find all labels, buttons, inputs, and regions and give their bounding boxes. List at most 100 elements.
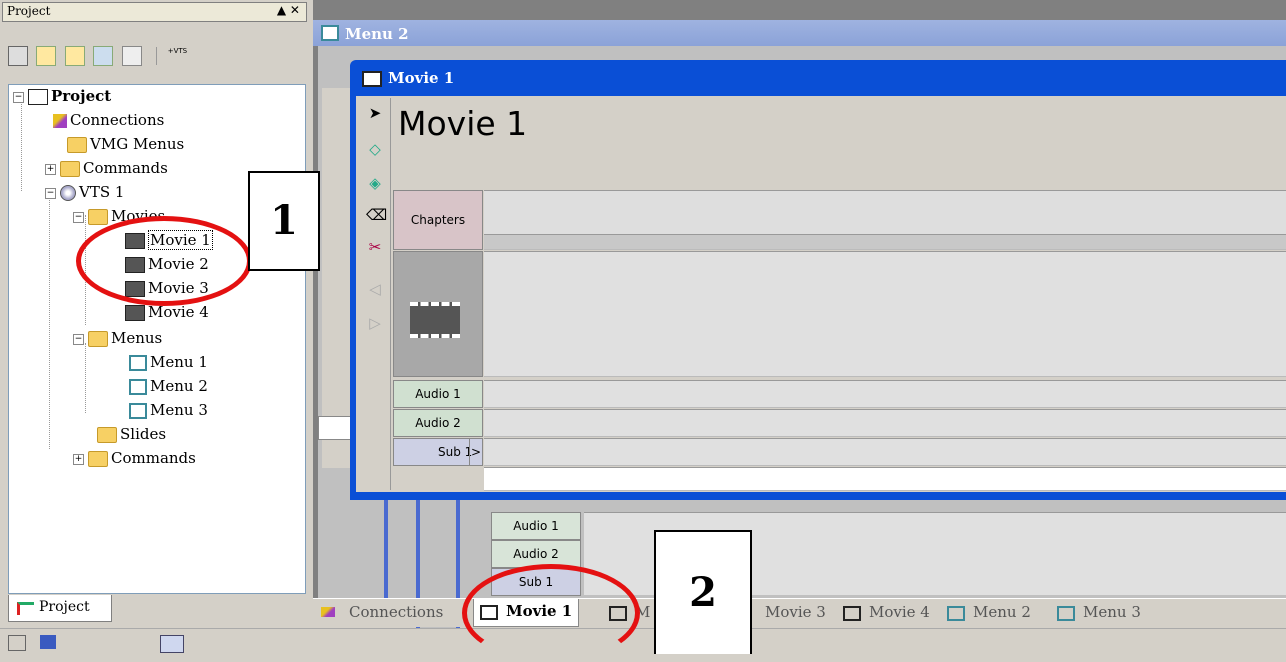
add-vts-icon[interactable]: +VTS <box>168 47 187 65</box>
tab-movie-4-label: Movie 4 <box>869 603 930 621</box>
menu2-tool-strip <box>322 88 353 468</box>
menu-icon <box>129 403 147 419</box>
tab-connections-label: Connections <box>349 603 444 621</box>
expand-icon[interactable]: + <box>45 163 56 175</box>
sub1-label-text: Sub 1 <box>438 445 473 459</box>
folder-icon <box>60 161 80 177</box>
tree-node-menu-1[interactable]: Menu 1 <box>129 353 208 375</box>
annotation-ring-1 <box>76 216 252 306</box>
tree-label-connections: Connections <box>70 111 165 129</box>
tree-node-menus[interactable]: − Menus <box>73 329 162 351</box>
new-image-icon[interactable] <box>93 46 114 66</box>
audio2-track-label[interactable]: Audio 2 <box>393 409 483 437</box>
add-chapter-icon[interactable]: ◇ <box>366 140 384 158</box>
tree-label-menu-2: Menu 2 <box>150 377 208 395</box>
tab-movie-3[interactable]: Movie 3 <box>765 603 826 621</box>
project-panel-title: Project <box>7 4 51 18</box>
tab-menu-2[interactable]: Menu 2 <box>947 603 1031 621</box>
menu-icon <box>129 379 147 395</box>
film-strip-icon <box>410 302 460 338</box>
tree-label-menus: Menus <box>111 329 163 347</box>
tree-node-menu-2[interactable]: Menu 2 <box>129 377 208 399</box>
callout-2: 2 <box>654 530 752 654</box>
tree-node-vts1[interactable]: − VTS 1 <box>45 183 124 205</box>
new-movie-icon[interactable] <box>8 46 28 66</box>
folder-icon <box>97 427 117 443</box>
toolbar-separator <box>156 47 158 65</box>
tree-label-vts1: VTS 1 <box>79 183 125 201</box>
sub1-track[interactable] <box>484 438 1286 466</box>
tree-node-menu-3[interactable]: Menu 3 <box>129 401 208 423</box>
collapse-icon[interactable]: − <box>73 333 84 345</box>
toolbar-button-icon[interactable] <box>8 635 26 651</box>
connections-icon <box>321 607 335 617</box>
chapter-nav-icon[interactable]: ◈ <box>366 174 384 192</box>
project-icon <box>28 89 48 105</box>
menu-icon <box>1057 605 1075 621</box>
tree-node-movie-4[interactable]: Movie 4 <box>125 303 209 325</box>
panel-title-buttons[interactable]: ▲ ✕ <box>277 3 300 17</box>
collapse-icon[interactable]: − <box>13 91 24 103</box>
tree-label-project: Project <box>51 87 112 105</box>
movie-window-icon <box>362 71 382 87</box>
project-tree: − Project Connections VMG Menus + Commands… <box>8 84 306 594</box>
collapse-icon[interactable]: − <box>45 187 56 199</box>
video-track-label[interactable] <box>393 251 483 377</box>
tab-project-label: Project <box>39 599 90 615</box>
tree-label-slides: Slides <box>120 425 167 443</box>
tab-menu-3-label: Menu 3 <box>1083 603 1141 621</box>
menu-icon <box>947 605 965 621</box>
select-arrow-icon[interactable]: ➤ <box>366 104 384 122</box>
next-chapter-icon[interactable]: ▷ <box>366 314 384 332</box>
tree-node-connections[interactable]: Connections <box>53 111 164 133</box>
tree-node-slides[interactable]: Slides <box>97 425 166 447</box>
tab-project[interactable]: Project <box>8 595 112 622</box>
toolbar-button-icon[interactable] <box>160 635 184 653</box>
tab-menu-3[interactable]: Menu 3 <box>1057 603 1141 621</box>
video-track[interactable] <box>484 251 1286 377</box>
movie1-tool-strip: ➤ ◇ ◈ ⌫ ✂ ◁ ▷ <box>360 98 391 490</box>
movie-window-icon <box>843 605 861 621</box>
sub1-track-label[interactable]: Sub 1 > <box>393 438 483 466</box>
sub1-expand-button[interactable]: > <box>469 439 482 465</box>
tab-menu-2-label: Menu 2 <box>973 603 1031 621</box>
callout-1: 1 <box>248 171 320 271</box>
chapters-marker-strip <box>484 234 1286 250</box>
prev-chapter-icon[interactable]: ◁ <box>366 280 384 298</box>
tree-label-vmg-menus: VMG Menus <box>90 135 185 153</box>
movie-icon <box>125 305 145 321</box>
project-tab-icon <box>17 602 34 615</box>
tree-node-vmg-menus[interactable]: VMG Menus <box>67 135 184 157</box>
new-audio-icon[interactable] <box>121 46 142 66</box>
connections-icon <box>53 114 67 128</box>
audio1-track[interactable] <box>484 380 1286 408</box>
eraser-icon[interactable]: ⌫ <box>366 206 387 224</box>
tab-connections[interactable]: Connections <box>321 603 443 621</box>
document-tab-bar: Connections Movie 1 M Movie 3 Movie 4 Me… <box>313 598 1286 627</box>
folder-icon <box>88 451 108 467</box>
disc-icon <box>60 185 76 201</box>
folder-open-icon <box>88 209 108 225</box>
new-slides-icon[interactable] <box>64 46 85 66</box>
menu2-window-title-bar[interactable]: Menu 2 <box>313 20 1286 46</box>
expand-icon[interactable]: + <box>73 453 84 465</box>
audio2-track[interactable] <box>484 409 1286 437</box>
movie1-empty-track <box>484 467 1286 491</box>
toolbar-button-icon[interactable] <box>40 635 56 649</box>
tab-movie-4[interactable]: Movie 4 <box>843 603 930 621</box>
chapters-track-label[interactable]: Chapters <box>393 190 483 250</box>
movie1-window-title[interactable]: Movie 1 <box>388 69 454 87</box>
folder-open-icon <box>88 331 108 347</box>
new-menu-icon[interactable] <box>36 46 57 66</box>
menu-window-icon <box>321 25 339 41</box>
collapse-icon[interactable]: − <box>73 211 84 223</box>
tree-node-project[interactable]: − Project <box>13 87 111 109</box>
tree-node-commands[interactable]: + Commands <box>45 159 168 181</box>
audio1-track-label[interactable]: Audio 1 <box>393 380 483 408</box>
movie1-heading: Movie 1 <box>398 104 528 143</box>
tab-movie-3-label: Movie 3 <box>765 603 826 621</box>
bottom-toolbar <box>0 628 1286 653</box>
tree-node-commands-2[interactable]: + Commands <box>73 449 196 471</box>
menu2-audio1-label[interactable]: Audio 1 <box>491 512 581 540</box>
scissors-icon[interactable]: ✂ <box>366 238 384 256</box>
